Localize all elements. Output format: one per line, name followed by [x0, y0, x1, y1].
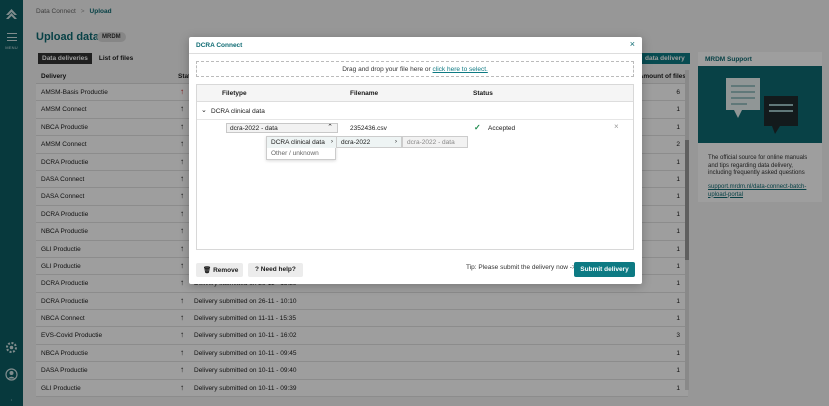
file-status: Accepted	[488, 125, 516, 132]
header-filetype: Filetype	[222, 90, 247, 97]
chevron-right-icon: ›	[330, 138, 333, 145]
menu-item-other-unknown[interactable]: Other / unknown	[267, 148, 337, 159]
menu-item-label: Other / unknown	[271, 150, 319, 157]
chevron-down-icon[interactable]: ⌄	[201, 106, 207, 114]
check-icon: ✓	[474, 123, 481, 132]
modal-title: DCRA Connect	[196, 42, 243, 49]
file-group-row[interactable]: ⌄ DCRA clinical data	[197, 103, 633, 120]
close-icon[interactable]: ×	[630, 39, 635, 49]
menu-item-label: dcra-2022	[341, 139, 371, 146]
upload-modal: DCRA Connect × Drag and drop your file h…	[189, 37, 642, 284]
modal-header: DCRA Connect ×	[189, 37, 642, 54]
chevron-up-icon: ⌃	[327, 124, 333, 131]
menu-item-dcra-clinical-data[interactable]: DCRA clinical data ›	[267, 137, 337, 148]
group-label: DCRA clinical data	[211, 108, 265, 115]
menu-item-dcra-2022-data[interactable]: dcra-2022 - data	[403, 137, 467, 148]
filetype-select[interactable]: dcra-2022 - data ⌃	[226, 123, 338, 133]
remove-button[interactable]: 🗑 Remove	[196, 263, 243, 277]
submit-delivery-button[interactable]: Submit delivery	[574, 262, 635, 277]
files-table-header: Filetype Filename Status	[197, 85, 633, 102]
file-dropzone[interactable]: Drag and drop your file here or click he…	[196, 61, 634, 77]
dropzone-text: Drag and drop your file here or	[342, 66, 431, 73]
menu-item-dcra-2022[interactable]: dcra-2022 ›	[337, 137, 401, 148]
filetype-value: dcra-2022 - data	[230, 125, 278, 132]
file-name: 2352436.csv	[350, 125, 387, 132]
help-button[interactable]: ? Need help?	[248, 263, 303, 277]
delete-file-icon[interactable]: ×	[614, 122, 619, 131]
files-table: Filetype Filename Status ⌄ DCRA clinical…	[196, 84, 634, 250]
help-label: Need help?	[260, 266, 296, 273]
header-file-status: Status	[473, 90, 493, 97]
chevron-right-icon: ›	[394, 138, 397, 145]
select-file-link[interactable]: click here to select.	[433, 66, 488, 73]
trash-icon: 🗑	[203, 267, 212, 274]
filetype-menu-level1: DCRA clinical data › Other / unknown	[266, 136, 337, 160]
question-icon: ?	[255, 266, 259, 273]
remove-label: Remove	[213, 267, 239, 274]
file-row: dcra-2022 - data ⌃ 2352436.csv ✓ Accepte…	[197, 120, 633, 136]
header-filename: Filename	[350, 90, 379, 97]
filetype-menu-level2: dcra-2022 ›	[336, 136, 402, 148]
filetype-menu-level3: dcra-2022 - data	[402, 136, 468, 148]
menu-item-label: DCRA clinical data	[271, 139, 325, 146]
submit-tip: Tip: Please submit the delivery now ->	[466, 264, 576, 271]
